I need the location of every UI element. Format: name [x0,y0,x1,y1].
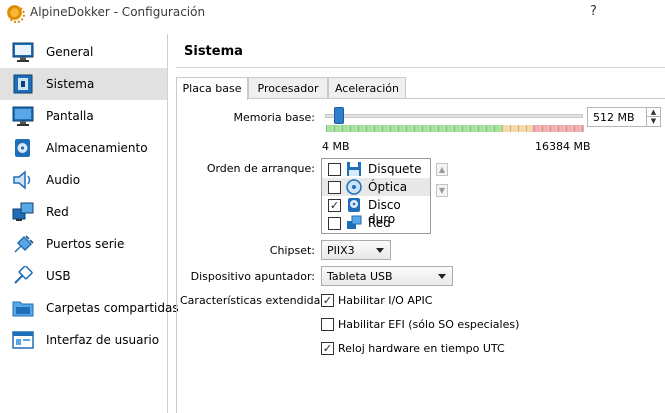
chipset-select[interactable]: PIIX3 [321,240,391,260]
settings-sidebar: General Sistema Pantalla Almacenamiento … [0,34,179,413]
boot-item-red[interactable]: Red [322,214,430,232]
boot-checkbox[interactable] [328,217,341,230]
boot-order-list[interactable]: Disquete Óptica ✓ Disco duro Red [321,158,431,234]
sidebar-item-almacenamiento[interactable]: Almacenamiento [0,132,167,164]
window-title: AlpineDokker - Configuración [30,5,206,19]
memory-spinbox[interactable]: 512 MB ▲ ▼ [587,107,661,127]
tab-placa-base[interactable]: Placa base [176,77,248,100]
disk-icon [15,139,30,157]
boot-item-optica[interactable]: Óptica [322,178,430,196]
sidebar-item-label: Puertos serie [46,237,125,251]
boot-item-disquete[interactable]: Disquete [322,160,430,178]
sidebar-item-label: Red [46,205,69,219]
sidebar-item-label: General [46,45,94,59]
extended-features-label: Características extendidas: [180,294,330,307]
boot-checkbox[interactable] [328,163,341,176]
sidebar-item-red[interactable]: Red [0,196,167,228]
boot-checkbox[interactable] [328,181,341,194]
utc-clock-label: Reloj hardware en tiempo UTC [338,342,505,355]
tab-aceleracion[interactable]: Aceleración [328,77,406,99]
monitor-icon [12,42,34,62]
boot-checkbox[interactable]: ✓ [328,199,341,212]
network-icon [347,215,362,229]
sidebar-item-sistema[interactable]: Sistema [0,68,167,100]
speaker-icon [13,170,31,190]
efi-checkbox[interactable] [321,318,334,331]
boot-item-label: Disquete [368,162,422,176]
sidebar-item-interfaz-de-usuario[interactable]: Interfaz de usuario [0,324,167,356]
chipset-label: Chipset: [269,244,315,257]
plug-icon [14,235,34,253]
page-title: Sistema [184,44,243,59]
io-apic-label: Habilitar I/O APIC [338,294,433,307]
memory-slider-track[interactable] [325,114,583,118]
io-apic-checkbox[interactable]: ✓ [321,294,334,307]
chipset-value: PIIX3 [327,244,355,257]
usb-icon [14,266,33,284]
folder-icon [12,301,34,317]
ui-icon [12,331,34,349]
floppy-icon [347,162,361,176]
hard-disk-icon [348,198,360,212]
sidebar-item-label: Audio [46,173,81,187]
utc-clock-checkbox[interactable]: ✓ [321,342,334,355]
network-icon [12,202,34,221]
sidebar-item-label: Almacenamiento [46,141,148,155]
tab-procesador[interactable]: Procesador [248,77,328,99]
pointing-device-label: Dispositivo apuntador: [190,270,315,283]
boot-item-disco-duro[interactable]: ✓ Disco duro [322,196,430,226]
sidebar-item-puertos-serie[interactable]: Puertos serie [0,228,167,260]
optical-disc-icon [346,179,362,195]
title-bar: AlpineDokker - Configuración ? [0,0,665,26]
memory-label: Memoria base: [233,111,315,124]
sidebar-item-label: USB [46,269,71,283]
sidebar-item-label: Carpetas compartidas [46,301,179,315]
sidebar-item-pantalla[interactable]: Pantalla [0,100,167,132]
app-logo-icon [7,5,25,23]
chevron-down-icon [438,274,446,279]
sidebar-item-usb[interactable]: USB [0,260,167,292]
boot-order-label: Orden de arranque: [206,162,315,175]
sidebar-item-carpetas-compartidas[interactable]: Carpetas compartidas [0,292,179,324]
boot-item-label: Óptica [368,180,408,194]
sidebar-item-audio[interactable]: Audio [0,164,167,196]
pointing-device-value: Tableta USB [327,270,393,283]
memory-min-label: 4 MB [322,140,350,153]
chip-icon [13,74,33,94]
memory-slider-ticks [326,125,584,132]
help-button[interactable]: ? [590,4,597,19]
sidebar-item-label: Sistema [46,77,95,91]
boot-item-label: Red [368,216,391,230]
chevron-down-icon [376,248,384,253]
pointing-device-select[interactable]: Tableta USB [321,266,453,286]
sidebar-item-general[interactable]: General [0,36,167,68]
memory-max-label: 16384 MB [535,140,591,153]
move-down-icon[interactable]: ▼ [436,184,448,197]
spin-up-icon[interactable]: ▲ [646,108,660,117]
sidebar-item-label: Pantalla [46,109,94,123]
title-divider [176,67,665,68]
memory-value: 512 MB [593,111,635,124]
spin-down-icon[interactable]: ▼ [646,117,660,126]
memory-slider-handle[interactable] [333,107,344,124]
efi-label: Habilitar EFI (sólo SO especiales) [338,318,520,331]
sidebar-item-label: Interfaz de usuario [46,333,160,347]
move-up-icon[interactable]: ▲ [436,163,448,176]
display-icon [12,106,34,126]
